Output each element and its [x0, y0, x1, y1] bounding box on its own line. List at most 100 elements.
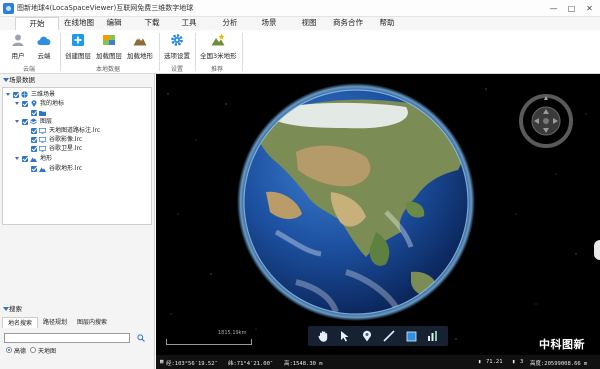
fps-icon: ▮: [478, 359, 482, 365]
tab-online-map[interactable]: 在线地图: [60, 17, 98, 30]
group-divider: [242, 33, 243, 71]
tab-route-planning[interactable]: 路径规划: [38, 317, 72, 328]
search-source-group: 高德 天地图: [6, 346, 56, 355]
options-button[interactable]: 选项设置: [163, 32, 191, 60]
tab-tools[interactable]: 工具: [177, 17, 201, 30]
tree-node-layers[interactable]: 图层: [15, 117, 52, 126]
map-toolbar: [308, 326, 448, 346]
tab-place-search[interactable]: 地名搜索: [2, 317, 39, 328]
expand-toggle-icon[interactable]: [6, 92, 11, 97]
national-terrain-label: 全国3米地形: [200, 52, 237, 60]
scene-tree: 三维场景 我的地标 图层 天地图道路标注.lrc 谷歌影像.lrc 谷歌卫星.l…: [2, 87, 152, 225]
cloud-icon: [36, 32, 52, 48]
radio-icon[interactable]: [30, 347, 37, 353]
earth-globe[interactable]: [236, 82, 476, 324]
tree-node-layer-item[interactable]: 谷歌卫星.lrc: [31, 144, 82, 153]
user-button[interactable]: 用户: [8, 32, 28, 60]
source-option-amap[interactable]: 高德: [6, 346, 26, 355]
tree-label: 天地图道路标注.lrc: [49, 127, 101, 134]
load-layer-icon: [101, 32, 117, 48]
tree-node-layer-item[interactable]: 谷歌影像.lrc: [31, 135, 82, 144]
polygon-tool-icon[interactable]: [404, 329, 418, 343]
level-icon: ▮: [512, 359, 516, 365]
radio-icon[interactable]: [6, 347, 12, 353]
tree-label: 谷歌地形.lrc: [49, 165, 83, 172]
load-terrain-button[interactable]: 加载地形: [126, 32, 154, 60]
group-divider: [159, 33, 160, 71]
tab-scene[interactable]: 场景: [257, 17, 281, 30]
tree-node-terrain[interactable]: 地形: [15, 154, 52, 163]
tree-node-terrain-item[interactable]: 谷歌地形.lrc: [31, 164, 82, 173]
layer-checkbox[interactable]: [31, 136, 37, 143]
ribbon-toolbar: 用户 云端 云端 创建图层 加载图层 加载地形 本地数据 选项设置 设置 全国3…: [0, 30, 600, 74]
polyline-tool-icon[interactable]: [382, 329, 396, 343]
select-arrow-icon[interactable]: [338, 329, 352, 343]
chart-tool-icon[interactable]: [426, 329, 440, 343]
new-layer-label: 创建图层: [65, 52, 91, 60]
cloud-button[interactable]: 云端: [34, 32, 54, 60]
tab-start[interactable]: 开始: [15, 17, 59, 30]
layer-checkbox[interactable]: [31, 165, 37, 172]
tab-help[interactable]: 帮助: [375, 17, 399, 30]
elevation-readout: 高:1548.30 m: [284, 361, 323, 367]
tab-download[interactable]: 下载: [140, 17, 164, 30]
terrain-icon: [30, 155, 37, 162]
options-label: 选项设置: [164, 52, 190, 60]
expand-toggle-icon[interactable]: [15, 119, 20, 124]
gear-icon: [169, 32, 185, 48]
layer-checkbox[interactable]: [22, 155, 28, 162]
search-icon: [137, 334, 145, 342]
terrain-icon: [132, 32, 148, 48]
layer-checkbox[interactable]: [31, 109, 37, 116]
latitude-readout: 纬:71°4′21.00″: [228, 361, 274, 367]
scene-data-header[interactable]: 场景数据: [0, 75, 155, 85]
load-terrain-label: 加载地形: [127, 52, 153, 60]
layer-checkbox[interactable]: [31, 145, 37, 152]
group-divider: [195, 33, 196, 71]
national-terrain-button[interactable]: 全国3米地形: [200, 32, 237, 60]
tree-node-folder[interactable]: [31, 108, 49, 117]
tab-layer-search[interactable]: 图层内搜索: [72, 317, 112, 328]
placemark-tool-icon[interactable]: [360, 329, 374, 343]
search-header[interactable]: 搜索: [0, 304, 155, 314]
side-panel-toggle[interactable]: [594, 240, 600, 260]
tab-analysis[interactable]: 分析: [218, 17, 242, 30]
scale-label: 1815.19km: [218, 330, 247, 336]
title-bar: 图新地球4(LocaSpaceViewer)互联网免费三维数字地球 — □ ✕: [0, 0, 600, 17]
search-input[interactable]: [4, 333, 130, 343]
navigation-compass[interactable]: [519, 94, 573, 148]
load-layer-label: 加载图层: [96, 52, 122, 60]
layer-checkbox[interactable]: [22, 118, 28, 125]
tree-node-layer-item[interactable]: 天地图道路标注.lrc: [31, 126, 100, 135]
tree-label: 三维场景: [31, 91, 56, 98]
user-label: 用户: [11, 52, 25, 60]
placemark-icon: [30, 100, 37, 107]
expand-toggle-icon[interactable]: [15, 101, 20, 106]
layer-checkbox[interactable]: [22, 100, 28, 107]
new-layer-button[interactable]: 创建图层: [64, 32, 92, 60]
pan-hand-icon[interactable]: [316, 329, 330, 343]
tree-label: 地形: [40, 155, 53, 162]
minimize-button[interactable]: —: [545, 2, 562, 15]
app-logo-icon: [3, 3, 14, 14]
source-label: 高德: [14, 348, 27, 355]
search-button[interactable]: [135, 333, 147, 343]
monitor-icon: [39, 136, 46, 143]
close-button[interactable]: ✕: [581, 2, 598, 15]
group-divider: [60, 33, 61, 71]
map-view[interactable]: 1815.19km 中科图新 ▦ 经:103°56′19.52″ 纬:71°4′…: [156, 74, 600, 369]
terrain-star-icon: [210, 32, 226, 48]
maximize-button[interactable]: □: [563, 2, 580, 15]
tab-view[interactable]: 视图: [297, 17, 321, 30]
group-label-local: 本地数据: [96, 66, 121, 73]
tree-node-my-places[interactable]: 我的地标: [15, 99, 64, 108]
tree-label: 图层: [40, 118, 53, 125]
layer-checkbox[interactable]: [13, 91, 19, 98]
tree-node-root[interactable]: 三维场景: [6, 90, 55, 99]
layer-checkbox[interactable]: [31, 127, 37, 134]
load-layer-button[interactable]: 加载图层: [95, 32, 123, 60]
tab-edit[interactable]: 编辑: [102, 17, 126, 30]
source-option-tianditu[interactable]: 天地图: [30, 346, 56, 355]
tab-business[interactable]: 商务合作: [329, 17, 367, 30]
expand-toggle-icon[interactable]: [15, 156, 20, 161]
